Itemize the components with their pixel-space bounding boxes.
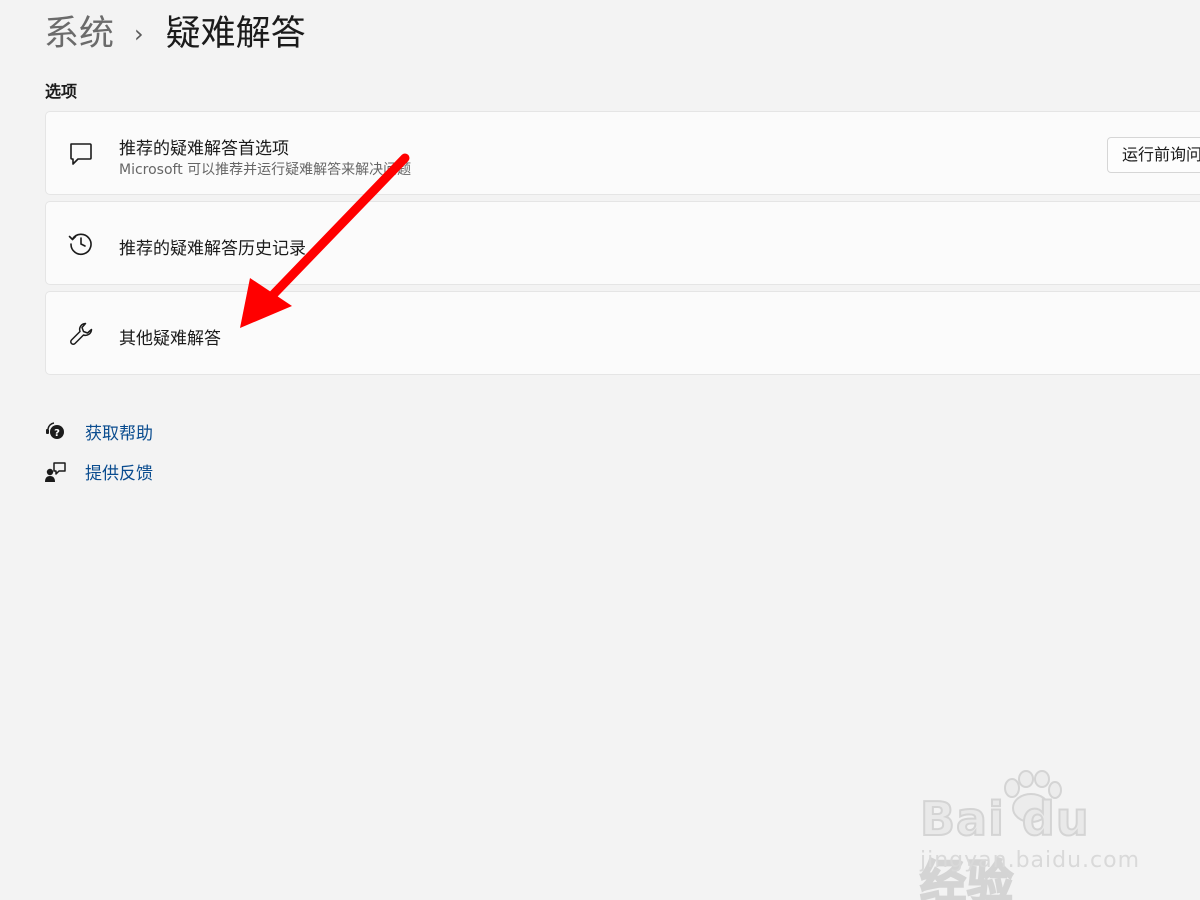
baidu-jingyan-watermark: Bai du 经验 jingyan.baidu.com <box>919 770 1150 900</box>
card-title: 其他疑难解答 <box>119 329 221 349</box>
help-icon: ? <box>44 420 68 444</box>
page-title: 疑难解答 <box>165 14 306 54</box>
history-icon <box>66 229 96 259</box>
card-recommended-preferences[interactable]: 推荐的疑难解答首选项 Microsoft 可以推荐并运行疑难解答来解决问题 运行… <box>45 111 1200 195</box>
card-title: 推荐的疑难解答首选项 <box>119 139 289 159</box>
section-title-options: 选项 <box>45 82 78 101</box>
get-help-label[interactable]: 获取帮助 <box>85 419 153 444</box>
chat-bubble-icon <box>66 139 96 169</box>
run-before-asking-dropdown[interactable]: 运行前询问 <box>1107 137 1200 173</box>
feedback-icon <box>44 460 68 484</box>
watermark-url: jingyan.baidu.com <box>920 848 1141 873</box>
chevron-right-icon: › <box>134 20 144 48</box>
card-recommended-history[interactable]: 推荐的疑难解答历史记录 <box>45 201 1200 285</box>
wrench-icon <box>66 319 96 349</box>
breadcrumb: 系统 › 疑难解答 <box>44 12 306 56</box>
card-other-troubleshooters[interactable]: 其他疑难解答 <box>45 291 1200 375</box>
get-help-link[interactable]: ? 获取帮助 <box>44 419 153 444</box>
card-title: 推荐的疑难解答历史记录 <box>119 239 306 259</box>
watermark-brand: Bai du 经验 <box>919 791 1090 900</box>
breadcrumb-parent-system[interactable]: 系统 <box>44 12 114 56</box>
give-feedback-label[interactable]: 提供反馈 <box>85 459 153 484</box>
card-description: Microsoft 可以推荐并运行疑难解答来解决问题 <box>119 162 412 178</box>
svg-text:?: ? <box>54 428 60 439</box>
give-feedback-link[interactable]: 提供反馈 <box>44 459 153 484</box>
